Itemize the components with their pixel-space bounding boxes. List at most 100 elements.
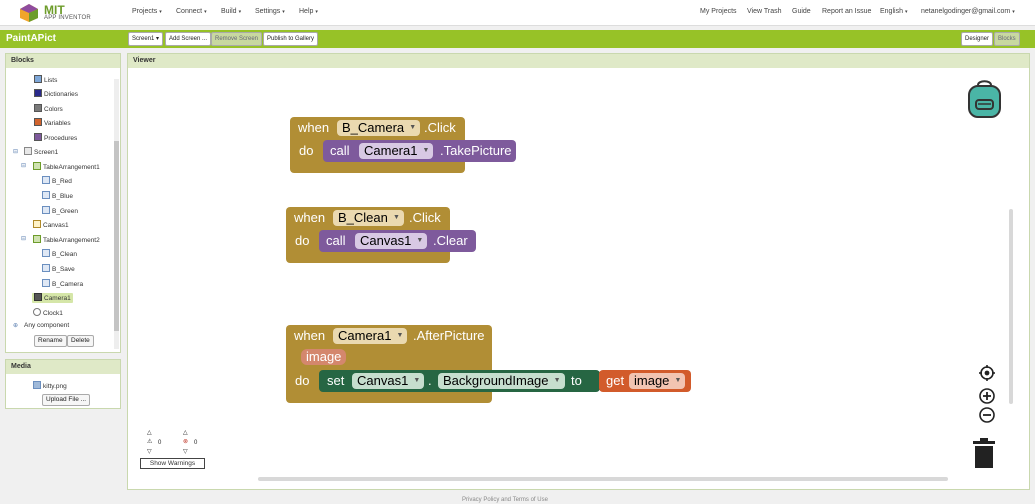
menu-build[interactable]: Build ▾ (221, 8, 241, 15)
tree-any-component[interactable]: Any component (24, 321, 69, 331)
button-icon (42, 264, 50, 272)
link-view-trash[interactable]: View Trash (747, 8, 782, 15)
show-warnings-button[interactable]: Show Warnings (140, 458, 205, 469)
blocks-panel-scrollbar[interactable] (114, 79, 119, 349)
collapse-screen1-icon[interactable]: ⊟ (13, 148, 18, 155)
link-guide[interactable]: Guide (792, 8, 811, 15)
link-my-projects[interactable]: My Projects (700, 8, 737, 15)
component-dropdown[interactable]: B_Camera ▼ (337, 120, 421, 136)
zoom-out-icon[interactable] (979, 407, 995, 423)
event-name: .AfterPicture (413, 328, 485, 343)
tree-b-camera[interactable]: B_Camera (42, 279, 83, 289)
builtin-colors[interactable]: Colors (34, 104, 63, 114)
table-icon (33, 162, 41, 170)
set-block-backgroundimage[interactable]: set Canvas1 ▼ . BackgroundImage ▼ to (319, 370, 600, 392)
tree-tablearrangement2[interactable]: TableArrangement2 (33, 235, 100, 245)
menu-help[interactable]: Help ▾ (299, 8, 318, 15)
do-label: do (295, 373, 310, 388)
account-menu[interactable]: netanelgodinger@gmail.com ▾ (921, 8, 1015, 15)
tree-b-save[interactable]: B_Save (42, 264, 75, 274)
designer-button[interactable]: Designer (961, 32, 994, 46)
call-label: call (326, 233, 346, 248)
error-next-arrow-icon[interactable]: ▽ (183, 448, 188, 455)
target-dropdown[interactable]: Canvas1 ▼ (355, 233, 428, 249)
blocks-workspace[interactable]: when B_Camera ▼ .Click do call Camera1 ▼ .… (128, 69, 1029, 489)
tree-b-clean[interactable]: B_Clean (42, 249, 77, 259)
viewer-title: Viewer (128, 54, 1029, 68)
tree-tablearrangement1[interactable]: TableArrangement1 (33, 162, 100, 172)
dropdown-arrow-icon: ▼ (422, 147, 430, 154)
language-menu[interactable]: English ▾ (880, 8, 907, 15)
target-dropdown[interactable]: Canvas1 ▼ (352, 373, 425, 389)
link-report-issue[interactable]: Report an Issue (822, 8, 871, 15)
when-label: when (294, 210, 326, 225)
tree-canvas1[interactable]: Canvas1 (33, 220, 69, 230)
dictionaries-swatch-icon (34, 89, 42, 97)
menu-projects[interactable]: Projects ▾ (132, 8, 162, 15)
backpack-icon[interactable] (966, 79, 1003, 119)
tree-b-red[interactable]: B_Red (42, 176, 72, 186)
variable-dropdown[interactable]: image ▼ (629, 373, 686, 389)
zoom-in-icon[interactable] (979, 388, 995, 404)
rename-button[interactable]: Rename (34, 335, 67, 347)
upload-file-button[interactable]: Upload File ... (42, 394, 91, 406)
error-prev-arrow-icon[interactable]: △ (183, 429, 188, 436)
delete-button[interactable]: Delete (67, 335, 94, 347)
tree-clock1[interactable]: Clock1 (33, 308, 63, 318)
logo-icon (20, 4, 38, 22)
menu-settings[interactable]: Settings ▾ (255, 8, 285, 15)
warning-prev-arrow-icon[interactable]: △ (147, 429, 152, 436)
add-screen-button[interactable]: Add Screen ... (165, 32, 212, 46)
procedures-swatch-icon (34, 133, 42, 141)
component-dropdown[interactable]: Camera1 ▼ (333, 328, 408, 344)
dropdown-arrow-icon: ▼ (413, 377, 421, 384)
workspace-vertical-scrollbar[interactable] (1009, 209, 1013, 404)
screen-select[interactable]: Screen1 ▾ (128, 32, 164, 46)
method-name: .Clear (433, 233, 468, 248)
workspace-horizontal-scrollbar[interactable] (258, 477, 948, 481)
call-block-takepicture[interactable]: call Camera1 ▼ .TakePicture (323, 140, 516, 162)
expand-any-component-icon[interactable]: ⊕ (13, 322, 18, 329)
top-nav: MIT APP INVENTOR Projects ▾ Connect ▾ Buil… (0, 0, 1035, 26)
get-label: get (606, 373, 625, 388)
method-name: .TakePicture (440, 143, 512, 158)
recenter-icon[interactable] (979, 365, 995, 381)
set-label: set (327, 373, 345, 388)
builtin-procedures[interactable]: Procedures (34, 133, 77, 143)
builtin-variables[interactable]: Variables (34, 118, 71, 128)
tree-b-green[interactable]: B_Green (42, 206, 78, 216)
builtin-lists[interactable]: Lists (34, 75, 57, 85)
trash-icon[interactable] (972, 437, 996, 469)
tree-screen1[interactable]: Screen1 (24, 147, 58, 157)
privacy-policy-link[interactable]: Privacy Policy and Terms of Use (462, 497, 548, 503)
table-icon (33, 235, 41, 243)
app-inventor-logo[interactable]: MIT APP INVENTOR (18, 2, 98, 24)
dropdown-arrow-icon: ▼ (674, 377, 682, 384)
blocks-button[interactable]: Blocks (994, 32, 1020, 46)
viewer-panel: Viewer when B_Camera ▼ .Click do call Cam… (127, 53, 1030, 490)
tree-b-blue[interactable]: B_Blue (42, 191, 73, 201)
scrollbar-thumb[interactable] (114, 141, 119, 331)
call-block-clear[interactable]: call Canvas1 ▼ .Clear (319, 230, 476, 252)
tree-camera1[interactable]: Camera1 (32, 293, 73, 303)
event-parameter-image[interactable]: image (301, 349, 347, 365)
media-panel-title: Media (6, 360, 120, 374)
target-dropdown[interactable]: Camera1 ▼ (359, 143, 434, 159)
remove-screen-button[interactable]: Remove Screen (211, 32, 263, 46)
get-block-image[interactable]: get image ▼ (599, 370, 691, 392)
property-dropdown[interactable]: BackgroundImage ▼ (438, 373, 565, 389)
button-icon (42, 279, 50, 287)
collapse-table2-icon[interactable]: ⊟ (21, 235, 26, 242)
warning-next-arrow-icon[interactable]: ▽ (147, 448, 152, 455)
component-dropdown[interactable]: B_Clean ▼ (333, 210, 404, 226)
image-file-icon (33, 381, 41, 389)
do-label: do (295, 233, 310, 248)
menu-connect[interactable]: Connect ▾ (176, 8, 207, 15)
event-name: .Click (424, 120, 456, 135)
builtin-dictionaries[interactable]: Dictionaries (34, 89, 78, 99)
publish-gallery-button[interactable]: Publish to Gallery (263, 32, 319, 46)
error-count: 0 (194, 440, 198, 446)
collapse-table1-icon[interactable]: ⊟ (21, 162, 26, 169)
logo-subtext: APP INVENTOR (44, 15, 91, 21)
media-file-kitty[interactable]: kitty.png (33, 381, 67, 391)
